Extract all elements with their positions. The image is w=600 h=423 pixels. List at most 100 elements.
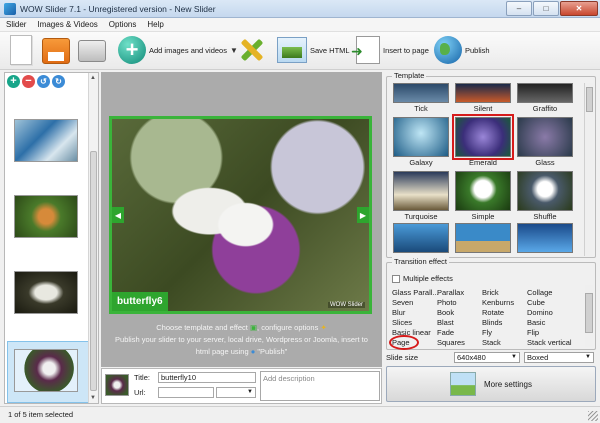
save-button[interactable] [78, 40, 106, 62]
status-text: 1 of 5 item selected [8, 410, 74, 419]
resize-grip-icon[interactable] [588, 411, 598, 421]
rotate-right-button[interactable]: ↻ [52, 75, 65, 88]
thumbnail-striped-butterfly[interactable] [14, 271, 78, 314]
maximize-button[interactable]: □ [533, 1, 559, 16]
template-galaxy[interactable]: Galaxy [393, 117, 449, 167]
disk-drive-icon [78, 40, 106, 62]
scroll-down-icon[interactable]: ▼ [90, 395, 96, 401]
minimize-button[interactable]: – [506, 1, 532, 16]
thumbnail-blue-butterfly[interactable] [14, 119, 78, 162]
template-shuffle[interactable]: Shuffle [517, 171, 573, 221]
plus-icon: + [118, 36, 146, 64]
slide-preview[interactable]: ◀ ▶ butterfly6 WOW Slider [109, 116, 372, 314]
add-images-button[interactable]: + Add images and videos ▼ [118, 36, 238, 64]
open-button[interactable] [42, 38, 70, 64]
publish-button[interactable]: Publish [434, 36, 490, 64]
effect-item[interactable]: Kenburns [482, 298, 514, 307]
thumbnail-orange-butterfly[interactable] [14, 195, 78, 238]
save-html-label: Save HTML [310, 45, 350, 55]
template-row4-1[interactable] [393, 223, 449, 253]
landscape-icon [449, 372, 476, 396]
effect-item[interactable]: Basic [527, 318, 545, 327]
effect-item[interactable]: Photo [437, 298, 457, 307]
template-row4-2[interactable] [455, 223, 511, 253]
settings-panel: Template Tick Silent Graffito Galaxy Eme… [386, 71, 596, 404]
effect-item[interactable]: Fade [437, 328, 454, 337]
globe-small-icon: ● [250, 347, 256, 356]
add-images-label: Add images and videos [149, 45, 227, 55]
template-silent[interactable]: Silent [455, 83, 511, 113]
title-input[interactable]: butterfly10 [158, 372, 256, 383]
template-glass[interactable]: Glass [517, 117, 573, 167]
remove-item-button[interactable]: − [22, 75, 35, 88]
effect-item[interactable]: Blinds [482, 318, 502, 327]
url-input[interactable] [158, 387, 214, 398]
multiple-effects-checkbox[interactable]: Multiple effects [392, 274, 453, 283]
more-settings-label: More settings [483, 379, 533, 389]
template-emerald[interactable]: Emerald [452, 114, 514, 167]
effect-item[interactable]: Glass Parall... [392, 288, 439, 297]
next-slide-arrow-icon[interactable]: ▶ [357, 207, 369, 223]
scroll-up-icon[interactable]: ▲ [90, 75, 96, 81]
effect-item[interactable]: Slices [392, 318, 412, 327]
template-tick[interactable]: Tick [393, 83, 449, 113]
effect-item[interactable]: Collage [527, 288, 552, 297]
template-graffito[interactable]: Graffito [517, 83, 573, 113]
template-scroll-thumb[interactable] [586, 87, 593, 112]
more-settings-button[interactable]: More settings [386, 366, 596, 402]
chevron-down-icon: ▼ [511, 354, 517, 360]
insert-to-page-label: Insert to page [383, 45, 429, 55]
insert-to-page-button[interactable]: Insert to page [351, 36, 429, 64]
checkbox-box[interactable] [392, 274, 400, 283]
slide-mode-select[interactable]: Boxed ▼ [524, 352, 594, 363]
options-button[interactable] [237, 35, 267, 65]
menu-slider[interactable]: Slider [6, 20, 26, 29]
new-document-icon [10, 35, 32, 65]
window-controls: – □ ✕ [505, 1, 598, 16]
template-simple[interactable]: Simple [455, 171, 511, 221]
effect-item[interactable]: Blast [437, 318, 454, 327]
hint-line-1: Choose template and effect ▣, configure … [156, 323, 327, 332]
save-html-button[interactable]: Save HTML [277, 37, 350, 63]
hint-line-3: html page using ● "Publish" [195, 347, 288, 356]
effect-item[interactable]: Cube [527, 298, 545, 307]
url-target-select[interactable]: ▼ [216, 387, 256, 398]
effect-item[interactable]: Parallax [437, 288, 464, 297]
list-scrollbar[interactable]: ▲ ▼ [88, 73, 98, 403]
close-button[interactable]: ✕ [560, 1, 598, 16]
slide-caption: butterfly6 [112, 292, 168, 311]
new-slider-button[interactable] [10, 35, 32, 65]
effect-item[interactable]: Stack vertical [527, 338, 572, 347]
effect-item[interactable]: Squares [437, 338, 465, 347]
add-item-button[interactable]: + [7, 75, 20, 88]
prev-slide-arrow-icon[interactable]: ◀ [112, 207, 124, 223]
effect-item[interactable]: Flip [527, 328, 539, 337]
html-page-icon [277, 37, 307, 63]
template-scrollbar[interactable] [584, 83, 593, 256]
effect-item[interactable]: Fly [482, 328, 492, 337]
description-input[interactable]: Add description [260, 371, 380, 401]
window-title: WOW Slider 7.1 - Unregistered version - … [20, 3, 216, 14]
scroll-thumb[interactable] [90, 151, 97, 391]
menu-options[interactable]: Options [109, 20, 137, 29]
menu-help[interactable]: Help [147, 20, 163, 29]
effect-item[interactable]: Seven [392, 298, 413, 307]
thumbnail-butterfly10[interactable] [14, 349, 78, 392]
effect-item[interactable]: Domino [527, 308, 553, 317]
rotate-left-button[interactable]: ↺ [37, 75, 50, 88]
effect-item[interactable]: Blur [392, 308, 405, 317]
effect-item[interactable]: Rotate [482, 308, 504, 317]
url-label: Url: [134, 388, 146, 397]
app-icon [4, 2, 16, 15]
template-row4-3[interactable] [517, 223, 573, 253]
slide-size-select[interactable]: 640x480 ▼ [454, 352, 520, 363]
title-bar: WOW Slider 7.1 - Unregistered version - … [0, 0, 600, 18]
effect-scrollbar[interactable] [585, 285, 593, 347]
effect-scroll-thumb[interactable] [585, 293, 593, 333]
effect-item[interactable]: Book [437, 308, 454, 317]
effect-item[interactable]: Brick [482, 288, 499, 297]
template-turquoise[interactable]: Turquoise [393, 171, 449, 221]
menu-images-videos[interactable]: Images & Videos [37, 20, 97, 29]
title-label: Title: [134, 373, 150, 382]
effect-item[interactable]: Stack [482, 338, 501, 347]
